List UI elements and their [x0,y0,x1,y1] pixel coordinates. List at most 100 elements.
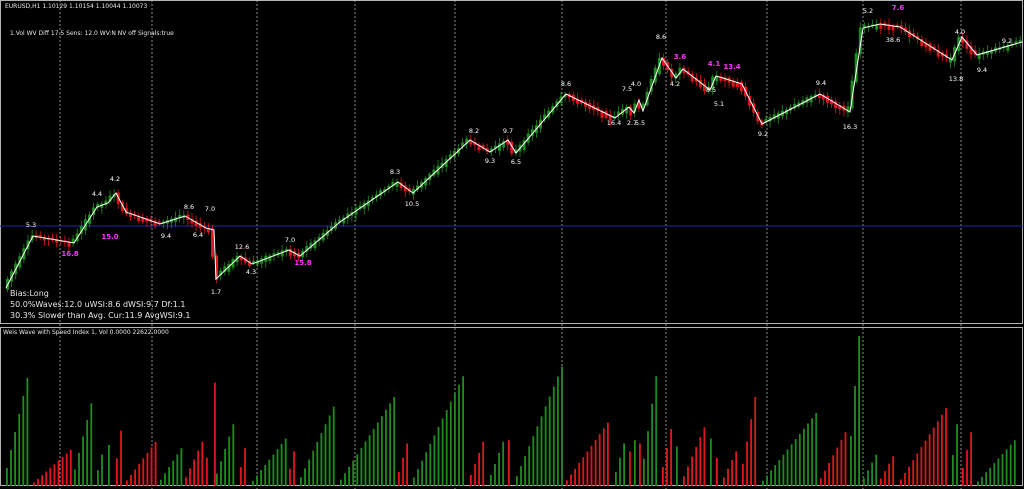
wave-volume-bar [108,445,110,486]
zigzag-label: 5.1 [714,100,724,108]
wave-volume-bar [989,467,992,486]
wave-volume-bar [727,468,729,486]
wave-volume-bar [176,454,179,486]
wave-volume-bar [691,456,693,486]
wave-volume-bar [340,479,342,486]
wave-volume-bar [683,476,685,486]
wave-volume-bar [803,428,805,486]
wave-volume-bar [904,473,906,486]
wave-volume-bar [49,467,52,486]
wave-volume-bar [832,455,835,486]
wave-volume-bar [201,441,204,486]
wave-volume-bar [433,435,436,486]
wave-volume-bar [828,462,830,486]
wave-volume-bar [924,440,927,486]
zigzag-label: 8.3 [390,168,400,176]
wave-volume-bar [875,454,878,486]
wave-volume-bar [699,437,702,486]
wave-volume-bar [888,463,890,486]
wave-volume-bar [731,460,733,486]
wave-volume-bar [304,468,306,486]
wave-volume-bar [782,454,785,486]
wave-volume-bar [385,409,387,486]
wave-volume-bar [912,460,915,486]
wave-volume-bar [381,416,383,486]
wave-volume-bar [884,471,886,486]
wave-volume-bar [228,436,231,486]
wave-volume-bar [389,403,391,486]
wave-volume-bar [651,403,653,486]
zigzag-label: 9.2 [758,130,768,138]
wave-volume-bar [754,397,757,486]
wave-volume-bar [916,453,919,486]
wave-volume-bar [74,469,76,486]
signal-label: 4.1 [708,60,721,68]
wave-volume-bar [33,482,35,486]
wave-volume-bar [289,468,291,486]
wave-volume-bar [1005,449,1008,486]
wave-volume-bar [858,336,860,486]
wave-volume-bar [778,459,781,486]
wave-volume-bar [138,463,141,486]
wave-volume-bar [61,457,64,486]
wave-volume-bar [86,419,89,486]
zigzag-label: 6.5 [511,158,521,166]
wave-volume-bar [276,449,279,486]
wave-volume-bar [364,441,367,486]
wave-volume-bar [244,448,246,486]
candle-body [211,228,214,257]
wave-volume-bar [520,466,522,486]
wave-volume-bar [101,454,103,486]
wave-volume-bar [41,475,43,486]
wave-volume-bar [82,436,84,486]
wave-volume-bar [57,460,60,486]
zigzag-label: 1.7 [211,288,221,296]
zigzag-label: 4.3 [246,268,256,276]
wave-volume-bar [474,463,476,486]
wave-volume-bar [402,457,404,486]
waves-stats: 50.0%Waves:12.0 uWSI:8.6 dWSI:9.7 Df:1.1 [10,300,185,309]
zigzag-label: 5.2 [863,7,873,15]
wave-volume-bar [985,472,987,486]
wave-volume-bar [352,460,355,486]
wave-volume-bar [376,422,379,486]
wave-volume-bar [607,422,609,486]
zigzag-label: 8.6 [656,33,666,41]
wave-volume-bar [406,443,408,486]
wave-volume-bar [1009,444,1012,486]
wave-volume-bar [815,413,818,486]
wave-volume-bar [498,452,500,486]
wave-volume-bar [146,452,149,486]
zigzag-label: 38.6 [886,36,900,44]
wave-volume-bar [324,424,327,486]
wave-volume-bar [78,452,80,486]
wave-volume-bar [790,444,793,486]
wave-volume-bar [69,449,72,486]
wave-volume-bar [185,477,187,486]
wave-volume-bar [272,454,275,486]
wave-volume-bar [836,447,839,486]
wave-volume-bar [594,439,597,486]
wave-volume-bar [193,459,195,486]
signal-label: 15.0 [101,233,118,241]
wave-volume-bar [252,480,254,486]
trading-chart[interactable]: 5.3 16.8 4.4 15.0 4.2 9.4 8.6 6.4 7.0 1.7 12.6 4.3 7… [0,0,1024,489]
wave-volume-bar [441,418,444,486]
wave-volume-bar [22,395,25,486]
wave-volume-bar [260,470,262,486]
wave-volume-bar [774,465,777,486]
wave-volume-bar [6,467,8,486]
signal-label: 13.4 [723,63,740,71]
wave-volume-bar [871,462,873,486]
wave-volume-bar [134,469,136,486]
wave-volume-bar [993,463,996,486]
wave-volume-bar [10,449,12,486]
wave-volume-bar [206,457,208,486]
zigzag-label: 9.3 [485,157,495,165]
wave-volume-bar [908,466,910,486]
zigzag-label: 12.6 [235,243,249,251]
wave-volume-bar [643,458,645,486]
wave-volume-bar [540,416,543,486]
wave-volume-bar [880,478,882,486]
wave-volume-bar [516,476,518,486]
